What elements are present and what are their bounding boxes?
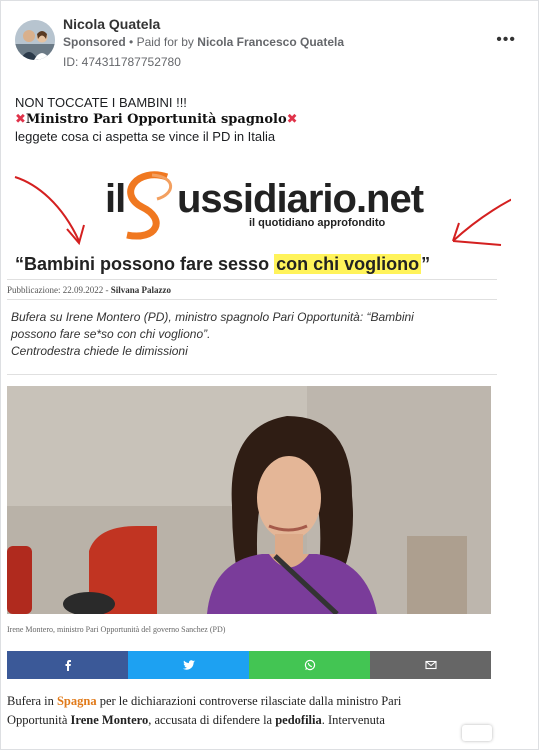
headline-highlight: con chi vogliono (274, 254, 422, 274)
logo-text-main: ussidiario.net (177, 177, 424, 221)
body-part-1: Bufera in (7, 694, 57, 708)
share-email-button[interactable] (370, 651, 491, 679)
cross-mark-icon: ✖ (15, 112, 26, 127)
logo-tagline: il quotidiano approfondito (249, 217, 386, 229)
headline-pre: “Bambini possono fare sesso (15, 254, 275, 274)
ad-id: ID: 474311787752780 (63, 55, 181, 69)
logo-area: il ussidiario.net il quotidiano approfon… (7, 159, 511, 249)
scroll-top-button (462, 725, 492, 741)
share-bar (7, 651, 491, 679)
body-part-3: Opportunità (7, 713, 71, 727)
whatsapp-icon (304, 659, 315, 671)
shared-image[interactable]: il ussidiario.net il quotidiano approfon… (7, 159, 511, 745)
summary-line-2: possono fare se*so con chi vogliono”. (11, 327, 211, 341)
logo-text-il: il (105, 177, 126, 221)
publication-author: Silvana Palazzo (110, 285, 171, 295)
author-name[interactable]: Nicola Quatela (63, 16, 160, 32)
summary-line-3: Centrodestra chiede le dimissioni (11, 344, 188, 358)
publication-info: Pubblicazione: 22.09.2022 - Silvana Pala… (7, 285, 171, 295)
divider (7, 299, 497, 300)
headline-post: ” (421, 254, 431, 274)
more-options-icon[interactable]: ••• (496, 31, 516, 49)
body-link-spagna: Spagna (56, 694, 97, 708)
article-summary: Bufera su Irene Montero (PD), ministro s… (11, 309, 481, 360)
divider (7, 374, 497, 375)
article-body: Bufera in Spagna per le dichiarazioni co… (7, 692, 477, 730)
ad-card: Nicola Quatela Sponsored • Paid for by N… (0, 0, 539, 750)
share-whatsapp-button[interactable] (249, 651, 370, 679)
sponsored-label: Sponsored (63, 35, 126, 49)
article-headline: “Bambini possono fare sesso con chi vogl… (15, 254, 430, 275)
post-text-line-2: ✖Ministro Pari Opportunità spagnolo✖ (15, 111, 298, 128)
photo-caption: Irene Montero, ministro Pari Opportunità… (7, 625, 226, 634)
paid-for-prefix: Paid for by (136, 35, 194, 49)
separator-dot: • (129, 35, 134, 49)
sponsored-line: Sponsored • Paid for by Nicola Francesco… (63, 35, 344, 49)
publication-date: Pubblicazione: 22.09.2022 - (7, 285, 111, 295)
post-text: NON TOCCATE I BAMBINI !!! ✖Ministro Pari… (15, 94, 298, 145)
share-facebook-button[interactable] (7, 651, 128, 679)
share-twitter-button[interactable] (128, 651, 249, 679)
author-avatar[interactable] (15, 20, 55, 60)
summary-line-1: Bufera su Irene Montero (PD), ministro s… (11, 310, 414, 324)
divider (7, 279, 497, 280)
twitter-icon (182, 660, 195, 670)
cross-mark-icon: ✖ (286, 112, 298, 127)
post-text-line-2-label: Ministro Pari Opportunità spagnolo (25, 112, 287, 127)
body-name: Irene Montero (70, 713, 149, 727)
email-icon (424, 660, 437, 670)
post-text-line-3: leggete cosa ci aspetta se vince il PD i… (15, 129, 276, 144)
post-text-line-1: NON TOCCATE I BAMBINI !!! (15, 95, 187, 110)
paid-for-name[interactable]: Nicola Francesco Quatela (197, 35, 344, 49)
body-part-5: . Intervenuta (321, 713, 385, 727)
article-photo (7, 386, 491, 614)
body-part-4: , accusata di difendere la (148, 713, 276, 727)
body-pedofilia: pedofilia (275, 713, 322, 727)
facebook-icon (65, 660, 71, 671)
body-part-2: per le dichiarazioni controverse rilasci… (96, 694, 402, 708)
